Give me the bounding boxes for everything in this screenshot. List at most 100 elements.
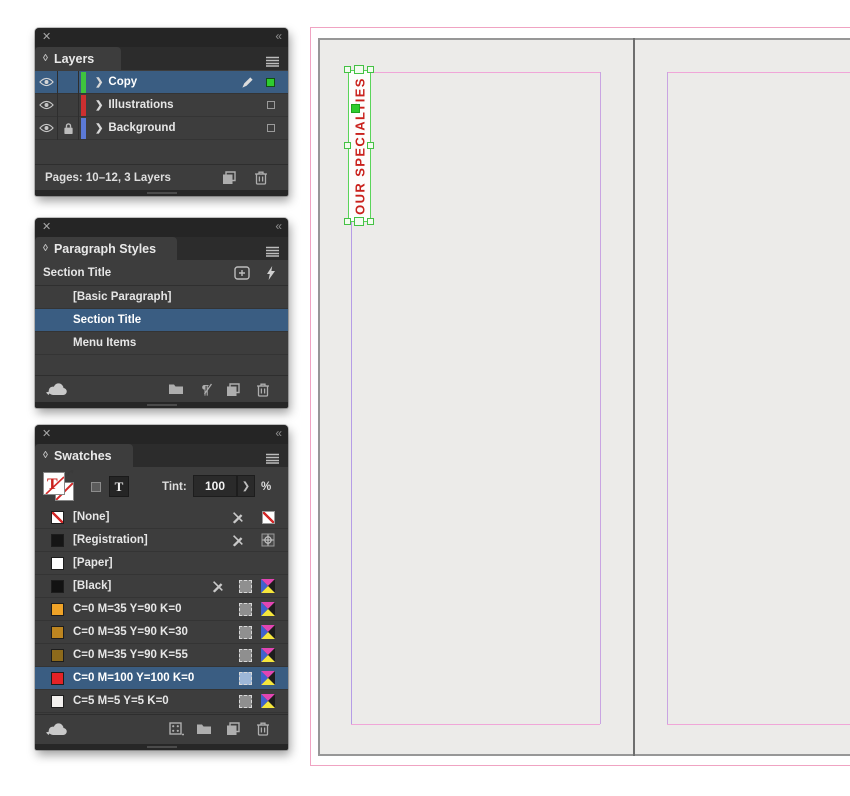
collapse-panel-icon[interactable]: «	[275, 426, 281, 440]
lock-toggle[interactable]	[57, 71, 79, 94]
panel-menu-icon[interactable]	[265, 450, 280, 468]
swatch-name[interactable]: C=5 M=5 Y=5 K=0	[73, 695, 169, 707]
swatch-name[interactable]: C=0 M=35 Y=90 K=0	[73, 603, 181, 615]
layer-row-illustrations[interactable]: ❯ Illustrations	[35, 94, 288, 117]
frame-handle-mid-left[interactable]	[344, 142, 351, 149]
style-name[interactable]: [Basic Paragraph]	[73, 291, 171, 303]
frame-handle-top-left[interactable]	[344, 66, 351, 73]
page-spread[interactable]	[318, 38, 850, 756]
delete-layer-icon[interactable]	[254, 170, 268, 185]
selection-proxy-square[interactable]	[266, 78, 275, 87]
fill-stroke-proxy[interactable]: T	[43, 470, 77, 504]
tab-paragraph-styles[interactable]: ◊ Paragraph Styles	[35, 237, 177, 260]
panel-resize-grip[interactable]	[35, 190, 288, 196]
dotted-square-icon	[239, 626, 252, 639]
swatch-row-light-gray[interactable]: C=5 M=5 Y=5 K=0	[35, 690, 288, 713]
panel-cycle-icon[interactable]: ◊	[43, 53, 48, 64]
swatch-row-paper[interactable]: [Paper]	[35, 552, 288, 575]
chevron-right-icon[interactable]: ❯	[95, 123, 103, 134]
eye-icon	[39, 77, 54, 87]
clear-overrides-icon[interactable]: ¶	[202, 382, 212, 397]
collapse-panel-icon[interactable]: «	[275, 29, 281, 43]
frame-handle-mid-right[interactable]	[367, 142, 374, 149]
new-color-group-icon[interactable]	[169, 722, 184, 736]
lock-toggle[interactable]	[57, 94, 79, 117]
close-icon[interactable]: ✕	[42, 220, 51, 233]
swatches-panel[interactable]: ✕ « ◊ Swatches T T Tint: 100 ❯	[35, 425, 288, 750]
redefine-style-icon[interactable]	[266, 266, 276, 280]
swatch-name[interactable]: C=0 M=35 Y=90 K=55	[73, 649, 188, 661]
delete-style-icon[interactable]	[256, 382, 270, 397]
swatch-name[interactable]: [None]	[73, 511, 109, 523]
new-style-icon[interactable]	[226, 383, 240, 396]
panel-menu-icon[interactable]	[265, 53, 280, 71]
swatch-row-none[interactable]: [None]	[35, 506, 288, 529]
selection-proxy-square[interactable]	[267, 101, 275, 109]
delete-swatch-icon[interactable]	[256, 721, 270, 736]
style-row-basic-paragraph[interactable]: [Basic Paragraph]	[35, 286, 288, 309]
frame-handle-bottom-center[interactable]	[354, 217, 364, 226]
new-layer-icon[interactable]	[222, 171, 236, 184]
style-row-section-title[interactable]: Section Title	[35, 309, 288, 332]
layer-name[interactable]: Copy	[108, 76, 137, 88]
style-name[interactable]: Menu Items	[73, 337, 136, 349]
create-style-override-icon[interactable]	[234, 266, 250, 280]
collapse-panel-icon[interactable]: «	[275, 219, 281, 233]
text-frame-inport[interactable]	[351, 104, 360, 113]
swatch-name[interactable]: [Registration]	[73, 534, 148, 546]
close-icon[interactable]: ✕	[42, 30, 51, 43]
swatch-name[interactable]: [Black]	[73, 580, 111, 592]
layers-panel[interactable]: ✕ « ◊ Layers ❯ Copy ❯ Illustrations	[35, 28, 288, 196]
panel-resize-grip[interactable]	[35, 744, 288, 750]
style-group-folder-icon[interactable]	[168, 383, 184, 395]
style-name[interactable]: Section Title	[73, 314, 141, 326]
swatch-row-gold[interactable]: C=0 M=35 Y=90 K=0	[35, 598, 288, 621]
swatch-row-gold-dark[interactable]: C=0 M=35 Y=90 K=30	[35, 621, 288, 644]
selection-proxy-square[interactable]	[267, 124, 275, 132]
tab-layers[interactable]: ◊ Layers	[35, 47, 121, 70]
affects-container-icon[interactable]	[87, 478, 105, 496]
swatch-row-olive[interactable]: C=0 M=35 Y=90 K=55	[35, 644, 288, 667]
frame-handle-top-center[interactable]	[354, 65, 364, 74]
swatch-name[interactable]: C=0 M=100 Y=100 K=0	[73, 672, 194, 684]
swatch-row-black[interactable]: [Black]	[35, 575, 288, 598]
visibility-toggle[interactable]	[35, 100, 57, 110]
swatch-row-red-selected[interactable]: C=0 M=100 Y=100 K=0	[35, 667, 288, 690]
margin-guide-bottom-right-page	[667, 724, 850, 725]
tab-swatches[interactable]: ◊ Swatches	[35, 444, 133, 467]
margin-guide-top-right-page	[667, 72, 850, 73]
swap-fill-stroke-icon[interactable]	[67, 470, 76, 479]
group-folder-icon[interactable]	[196, 723, 212, 735]
close-icon[interactable]: ✕	[42, 427, 51, 440]
layer-row-background[interactable]: ❯ Background	[35, 117, 288, 140]
tint-value-field[interactable]: 100	[193, 475, 237, 497]
panel-cycle-icon[interactable]: ◊	[43, 243, 48, 254]
swatch-color	[51, 580, 64, 593]
cc-libraries-icon[interactable]	[45, 382, 67, 396]
swatch-name[interactable]: [Paper]	[73, 557, 113, 569]
text-fill-proxy-icon[interactable]: T	[43, 472, 65, 495]
layer-name[interactable]: Background	[108, 122, 175, 134]
tint-dropdown-icon[interactable]: ❯	[237, 475, 255, 497]
layer-row-copy[interactable]: ❯ Copy	[35, 71, 288, 94]
frame-handle-top-right[interactable]	[367, 66, 374, 73]
frame-handle-bottom-right[interactable]	[367, 218, 374, 225]
swatch-color	[51, 672, 64, 685]
style-row-menu-items[interactable]: Menu Items	[35, 332, 288, 355]
panel-cycle-icon[interactable]: ◊	[43, 450, 48, 461]
visibility-toggle[interactable]	[35, 77, 57, 87]
chevron-right-icon[interactable]: ❯	[95, 100, 103, 111]
lock-icon[interactable]	[57, 117, 79, 140]
layer-name[interactable]: Illustrations	[108, 99, 173, 111]
panel-menu-icon[interactable]	[265, 243, 280, 261]
swatch-row-registration[interactable]: [Registration]	[35, 529, 288, 552]
new-swatch-icon[interactable]	[226, 722, 240, 735]
cc-libraries-icon[interactable]	[45, 722, 67, 736]
panel-resize-grip[interactable]	[35, 402, 288, 408]
chevron-right-icon[interactable]: ❯	[95, 77, 103, 88]
frame-handle-bottom-left[interactable]	[344, 218, 351, 225]
paragraph-styles-panel[interactable]: ✕ « ◊ Paragraph Styles Section Title [Ba…	[35, 218, 288, 408]
visibility-toggle[interactable]	[35, 123, 57, 133]
affects-text-icon[interactable]: T	[109, 476, 129, 497]
swatch-name[interactable]: C=0 M=35 Y=90 K=30	[73, 626, 188, 638]
